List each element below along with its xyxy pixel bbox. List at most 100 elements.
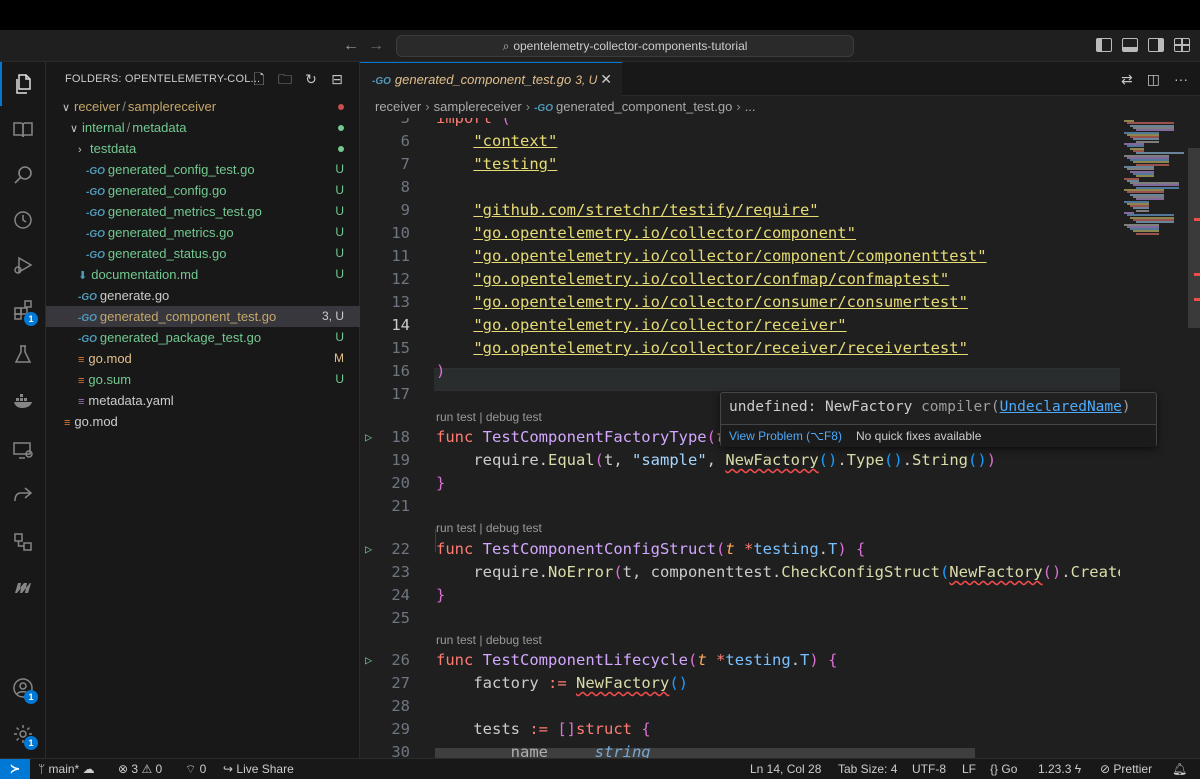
prettier-status[interactable]: ⊘ Prettier <box>1100 759 1152 779</box>
leaf-icon[interactable] <box>0 565 46 609</box>
graph-icon[interactable] <box>0 520 46 564</box>
tab-generated-component-test[interactable]: -GO generated_component_test.go 3, U ✕ <box>360 62 622 96</box>
view-problem-link[interactable]: View Problem (⌥F8) <box>729 429 842 443</box>
code-lens: run test | debug test <box>436 630 542 650</box>
title-bar: ← → ⌕ opentelemetry-collector-components-… <box>0 30 1200 62</box>
end-of-line[interactable]: LF <box>962 759 976 779</box>
flask-icon[interactable] <box>0 333 46 377</box>
prettier-label: Prettier <box>1113 762 1153 776</box>
debug-test-link[interactable]: debug test <box>486 410 542 424</box>
docker-icon[interactable] <box>0 378 46 422</box>
error-source-close: ) <box>1121 399 1131 415</box>
customize-layout-icon[interactable] <box>1174 38 1190 52</box>
tree-item[interactable]: ∨ internal / metadata <box>46 117 360 138</box>
tree-item[interactable]: -GO generated_metrics.go U <box>46 222 360 243</box>
git-status: U <box>335 183 344 197</box>
share-icon[interactable] <box>0 473 46 517</box>
minimap-line <box>1136 232 1159 235</box>
breadcrumb-item[interactable]: samplereceiver <box>434 99 522 114</box>
tree-item[interactable]: ≡ go.sum U <box>46 369 360 390</box>
explorer-icon[interactable] <box>0 62 46 106</box>
collapse-all-icon[interactable]: ⊟ <box>329 71 345 87</box>
arrow-left-icon[interactable]: ← <box>341 36 361 56</box>
tree-item[interactable]: -GO generate.go <box>46 285 360 306</box>
tree-item-label: receiver <box>74 99 121 114</box>
new-file-icon[interactable]: 🗋 <box>251 71 267 87</box>
open-changes-icon[interactable]: ⇄ <box>1121 71 1133 88</box>
tree-item[interactable]: ≡ go.mod <box>46 411 360 432</box>
command-center[interactable]: ⌕ opentelemetry-collector-components-tuto… <box>396 35 854 57</box>
horizontal-scrollbar[interactable] <box>435 748 975 758</box>
tree-item[interactable]: -GO generated_package_test.go U <box>46 327 360 348</box>
ports-indicator[interactable]: ⌔ 0 <box>185 759 206 779</box>
mod-file-icon: ≡ <box>78 354 85 366</box>
encoding[interactable]: UTF-8 <box>912 759 946 779</box>
account-icon[interactable]: 1 <box>0 666 46 710</box>
toggle-panel-icon[interactable] <box>1122 38 1138 52</box>
gear-icon[interactable]: 1 <box>0 712 46 756</box>
tree-item-label: metadata.yaml <box>88 393 174 408</box>
tree-item[interactable]: ∨ receiver / samplereceiver <box>46 96 360 117</box>
vertical-scrollbar[interactable] <box>1188 118 1200 758</box>
line-number: 18 <box>391 428 410 446</box>
search-icon: ⌕ <box>502 39 510 53</box>
tree-item[interactable]: -GO generated_metrics_test.go U <box>46 201 360 222</box>
code-line: "go.opentelemetry.io/collector/receiver" <box>473 316 847 334</box>
warning-count: 0 <box>155 762 163 776</box>
remote-icon[interactable] <box>0 428 46 472</box>
refresh-icon[interactable]: ↻ <box>303 71 319 87</box>
status-bar: ≻ ᛘ main* ☁ ⊗ 3 ⚠ 0 ⌔ 0 ↪ Live Share Ln … <box>0 758 1200 779</box>
branch-indicator[interactable]: ᛘ main* ☁ <box>38 759 95 779</box>
problems-indicator[interactable]: ⊗ 3 ⚠ 0 <box>118 759 162 779</box>
error-code-link[interactable]: UndeclaredName <box>1000 399 1122 415</box>
code-line: func TestComponentFactoryType(t <box>436 428 725 446</box>
tree-item[interactable]: › testdata <box>46 138 360 159</box>
language-mode[interactable]: {} Go <box>990 759 1017 779</box>
line-number: 26 <box>391 651 410 669</box>
tree-item[interactable]: ⬇ documentation.md U <box>46 264 360 285</box>
toggle-secondary-sidebar-icon[interactable] <box>1148 38 1164 52</box>
close-icon[interactable]: ✕ <box>600 63 612 96</box>
run-test-link[interactable]: run test <box>436 410 476 424</box>
run-test-link[interactable]: run test <box>436 521 476 535</box>
tree-item[interactable]: ≡ go.mod M <box>46 348 360 369</box>
toggle-primary-sidebar-icon[interactable] <box>1096 38 1112 52</box>
book-icon[interactable] <box>0 108 46 152</box>
tree-item-label: generated_config.go <box>107 183 227 198</box>
run-test-link[interactable]: run test <box>436 633 476 647</box>
tree-item[interactable]: ≡ metadata.yaml <box>46 390 360 411</box>
go-version[interactable]: 1.23.3 ϟ <box>1038 759 1081 779</box>
debug-icon[interactable] <box>0 243 46 287</box>
breadcrumb-item[interactable]: generated_component_test.go <box>556 99 732 114</box>
activity-bar: 1 1 1 <box>0 62 46 758</box>
code-line: "go.opentelemetry.io/collector/component… <box>473 224 856 242</box>
debug-test-link[interactable]: debug test <box>486 521 542 535</box>
scrollbar-thumb[interactable] <box>1188 148 1200 328</box>
live-share-button[interactable]: ↪ Live Share <box>223 759 294 779</box>
history-icon[interactable] <box>0 198 46 242</box>
code-lens: run test | debug test <box>436 407 542 427</box>
new-folder-icon[interactable]: 🗀 <box>277 71 293 87</box>
screen-top-border <box>0 0 1200 30</box>
tab-size[interactable]: Tab Size: 4 <box>838 759 897 779</box>
error-marker <box>1194 298 1200 301</box>
breadcrumb-item[interactable]: ... <box>745 99 756 114</box>
tree-item[interactable]: -GO generated_status.go U <box>46 243 360 264</box>
line-number: 17 <box>391 385 410 403</box>
more-actions-icon[interactable]: ··· <box>1174 71 1188 88</box>
split-editor-icon[interactable]: ◫ <box>1147 71 1160 88</box>
arrow-right-icon[interactable]: → <box>366 36 386 56</box>
bell-icon[interactable]: 🔔︎ <box>1172 759 1187 779</box>
tree-item[interactable]: -GO generated_config.go U <box>46 180 360 201</box>
search-icon[interactable] <box>0 153 46 197</box>
tree-item[interactable]: -GO generated_config_test.go U <box>46 159 360 180</box>
go-file-icon: -GO <box>78 292 97 303</box>
debug-test-link[interactable]: debug test <box>486 633 542 647</box>
breadcrumb-item[interactable]: receiver <box>375 99 421 114</box>
broadcast-icon: ⌔ <box>185 762 197 776</box>
tree-item[interactable]: -GO generated_component_test.go 3, U <box>46 306 360 327</box>
extensions-icon[interactable]: 1 <box>0 288 46 332</box>
remote-indicator-icon[interactable]: ≻ <box>0 759 30 779</box>
cursor-position[interactable]: Ln 14, Col 28 <box>750 759 821 779</box>
code-line: "testing" <box>473 155 558 173</box>
